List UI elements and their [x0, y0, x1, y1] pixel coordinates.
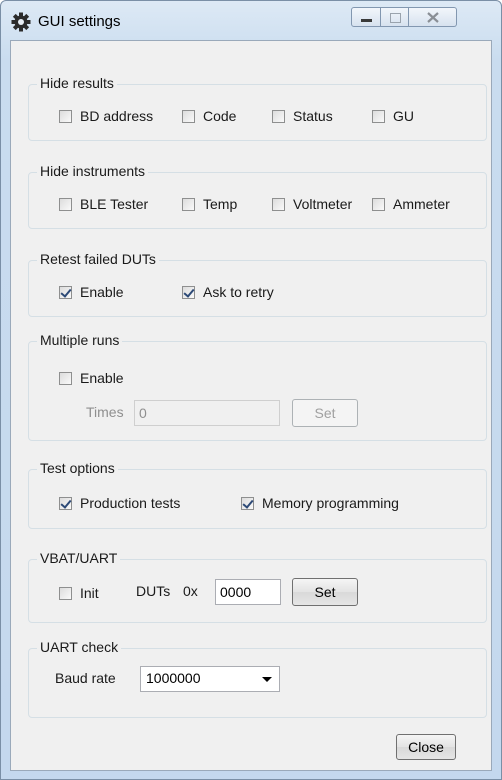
test-options-title: Test options	[37, 460, 118, 476]
close-button[interactable]: Close	[396, 734, 456, 760]
code-box[interactable]	[182, 109, 195, 123]
duts-mask-input[interactable]	[215, 579, 281, 605]
close-window-button[interactable]	[409, 7, 457, 27]
temp-label: Temp	[203, 196, 238, 212]
temp-box[interactable]	[182, 197, 195, 211]
baud-rate-value: 1000000	[146, 670, 201, 686]
production-tests-checkbox[interactable]: Production tests	[59, 495, 180, 511]
multiple-runs-title: Multiple runs	[37, 332, 123, 348]
vbat-uart-group: VBAT/UART Init DUTs 0x Set	[28, 550, 487, 623]
retest-title: Retest failed DUTs	[37, 251, 159, 267]
check-mark-icon[interactable]	[241, 496, 254, 510]
hide-results-group: Hide results BD address Code Status GU	[28, 75, 487, 141]
memory-programming-checkbox[interactable]: Memory programming	[241, 495, 399, 511]
duts-label: DUTs	[136, 583, 171, 599]
hide-results-title: Hide results	[37, 75, 117, 91]
init-checkbox[interactable]: Init	[59, 585, 99, 601]
bd-address-checkbox[interactable]: BD address	[59, 108, 153, 124]
memory-programming-label: Memory programming	[262, 495, 399, 511]
retest-enable-label: Enable	[80, 284, 124, 300]
multiple-runs-enable-checkbox[interactable]: Enable	[59, 370, 124, 386]
retest-group: Retest failed DUTs Enable Ask to retry	[28, 251, 487, 317]
retest-enable-checkbox[interactable]: Enable	[59, 284, 124, 300]
voltmeter-checkbox[interactable]: Voltmeter	[272, 196, 352, 212]
ask-to-retry-label: Ask to retry	[203, 284, 274, 300]
times-label: Times	[86, 404, 124, 420]
baud-rate-select[interactable]: 1000000	[140, 666, 280, 692]
voltmeter-box[interactable]	[272, 197, 285, 211]
settings-window: GUI settings Hide results BD address Cod…	[0, 0, 502, 780]
gu-box[interactable]	[372, 109, 385, 123]
check-mark-icon[interactable]	[59, 496, 72, 510]
production-tests-label: Production tests	[80, 495, 181, 511]
minimize-button[interactable]	[351, 7, 381, 27]
duts-set-button[interactable]: Set	[292, 578, 358, 606]
hex-prefix-label: 0x	[183, 583, 198, 599]
times-set-button[interactable]: Set	[292, 399, 358, 427]
ammeter-label: Ammeter	[393, 196, 450, 212]
ask-to-retry-checkbox[interactable]: Ask to retry	[182, 284, 274, 300]
ble-tester-checkbox[interactable]: BLE Tester	[59, 196, 148, 212]
ammeter-checkbox[interactable]: Ammeter	[372, 196, 450, 212]
init-label: Init	[80, 585, 99, 601]
code-label: Code	[203, 108, 237, 124]
status-label: Status	[293, 108, 333, 124]
check-mark-icon[interactable]	[59, 285, 72, 299]
ble-tester-label: BLE Tester	[80, 196, 149, 212]
multiple-runs-enable-box[interactable]	[59, 371, 72, 385]
status-checkbox[interactable]: Status	[272, 108, 333, 124]
status-box[interactable]	[272, 109, 285, 123]
check-mark-icon[interactable]	[182, 285, 195, 299]
gu-label: GU	[393, 108, 414, 124]
minimize-icon	[361, 19, 372, 22]
uart-check-title: UART check	[37, 639, 122, 655]
ble-tester-box[interactable]	[59, 197, 72, 211]
hide-instruments-title: Hide instruments	[37, 163, 149, 179]
close-x-icon	[427, 12, 439, 23]
temp-checkbox[interactable]: Temp	[182, 196, 237, 212]
multiple-runs-enable-label: Enable	[80, 370, 124, 386]
init-box[interactable]	[59, 586, 72, 600]
window-title: GUI settings	[38, 13, 121, 30]
bd-address-box[interactable]	[59, 109, 72, 123]
test-options-group: Test options Production tests Memory pro…	[28, 460, 487, 529]
uart-check-group: UART check Baud rate 1000000	[28, 639, 487, 718]
times-input[interactable]	[134, 400, 280, 426]
code-checkbox[interactable]: Code	[182, 108, 236, 124]
maximize-icon	[390, 13, 401, 23]
voltmeter-label: Voltmeter	[293, 196, 353, 212]
baud-rate-label: Baud rate	[55, 670, 116, 686]
vbat-uart-title: VBAT/UART	[37, 550, 121, 566]
bd-address-label: BD address	[80, 108, 154, 124]
gu-checkbox[interactable]: GU	[372, 108, 414, 124]
gear-icon	[11, 12, 31, 32]
hide-instruments-group: Hide instruments BLE Tester Temp Voltmet…	[28, 163, 487, 229]
maximize-button[interactable]	[381, 7, 409, 27]
ammeter-box[interactable]	[372, 197, 385, 211]
chevron-down-icon[interactable]	[262, 677, 272, 682]
title-bar[interactable]: GUI settings	[1, 1, 501, 39]
multiple-runs-group: Multiple runs Enable Times Set	[28, 332, 487, 441]
